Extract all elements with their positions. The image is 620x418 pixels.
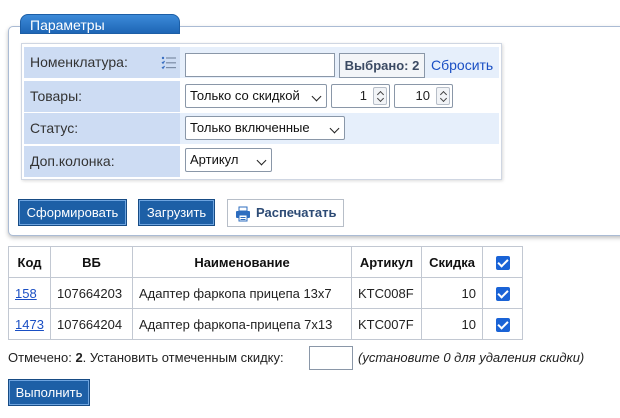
products-table: Код ВБ Наименование Артикул Скидка 158 1… (8, 246, 523, 340)
discount-hint: (установите 0 для удаления скидки) (358, 350, 585, 365)
param-label: Статус: (24, 113, 180, 144)
col-header-name[interactable]: Наименование (132, 246, 352, 278)
marked-suffix: . Установить отмеченным скидку: (82, 350, 284, 365)
cell-name: Адаптер фаркопа прицепа 13x7 (132, 277, 352, 309)
cell-vb: 107664204 (50, 308, 133, 340)
extra-column-select-value: Артикул (190, 152, 239, 167)
print-button[interactable]: Распечатать (227, 199, 344, 227)
cell-discount: 10 (421, 308, 483, 340)
generate-button[interactable]: Сформировать (18, 199, 127, 226)
parameters-legend: Параметры (20, 14, 180, 34)
range-from-stepper[interactable]: 1 (331, 84, 390, 108)
checkbox-checked-icon[interactable] (495, 255, 510, 270)
reset-link[interactable]: Сбросить (431, 57, 493, 73)
cell-article: KTC007F (351, 308, 422, 340)
marked-count: 2 (75, 350, 83, 365)
cell-select[interactable] (482, 308, 523, 340)
checkbox-checked-icon[interactable] (495, 286, 510, 301)
param-label: Товары: (24, 81, 180, 112)
marked-summary: Отмечено: 2. Установить отмеченным скидк… (8, 350, 284, 365)
range-to-value: 10 (415, 88, 430, 103)
marked-prefix: Отмечено: (8, 350, 76, 365)
stepper-arrows-icon[interactable] (373, 87, 387, 105)
printer-icon (236, 206, 250, 222)
execute-button[interactable]: Выполнить (8, 379, 90, 406)
load-button[interactable]: Загрузить (138, 199, 215, 226)
code-link[interactable]: 1473 (15, 317, 44, 332)
status-select-value: Только включенные (190, 120, 310, 135)
param-label: Номенклатура: (24, 47, 180, 78)
chevron-down-icon (311, 91, 322, 102)
nomenclature-input[interactable] (185, 53, 335, 77)
col-header-article[interactable]: Артикул (351, 246, 422, 278)
print-button-label: Распечатать (256, 205, 337, 220)
goods-select[interactable]: Только со скидкой (185, 84, 327, 108)
stepper-arrows-icon[interactable] (436, 87, 450, 105)
col-header-discount[interactable]: Скидка (421, 246, 483, 278)
param-label: Доп.колонка: (24, 146, 180, 177)
selected-count-badge[interactable]: Выбрано: 2 (339, 53, 425, 78)
table-row: 1473 107664204 Адаптер фаркопа-прицепа 7… (8, 308, 523, 340)
range-to-stepper[interactable]: 10 (394, 84, 453, 108)
cell-code[interactable]: 158 (8, 277, 51, 309)
cell-code[interactable]: 1473 (8, 308, 51, 340)
table-row: 158 107664203 Адаптер фаркопа прицепа 13… (8, 277, 523, 309)
table-header-row: Код ВБ Наименование Артикул Скидка (8, 246, 523, 278)
cell-article: KTC008F (351, 277, 422, 309)
cell-select[interactable] (482, 277, 523, 309)
discount-input[interactable] (309, 346, 353, 370)
col-header-code[interactable]: Код (8, 246, 51, 278)
chevron-down-icon (256, 155, 267, 166)
list-select-icon[interactable] (161, 56, 177, 70)
checkbox-checked-icon[interactable] (495, 317, 510, 332)
goods-select-value: Только со скидкой (190, 88, 300, 103)
status-select[interactable]: Только включенные (185, 116, 345, 140)
cell-vb: 107664203 (50, 277, 133, 309)
cell-discount: 10 (421, 277, 483, 309)
col-header-vb[interactable]: ВБ (50, 246, 133, 278)
col-header-select-all[interactable] (482, 246, 523, 278)
extra-column-select[interactable]: Артикул (185, 148, 272, 172)
chevron-down-icon (329, 123, 340, 134)
range-from-value: 1 (359, 88, 367, 103)
code-link[interactable]: 158 (15, 286, 37, 301)
cell-name: Адаптер фаркопа-прицепа 7x13 (132, 308, 352, 340)
